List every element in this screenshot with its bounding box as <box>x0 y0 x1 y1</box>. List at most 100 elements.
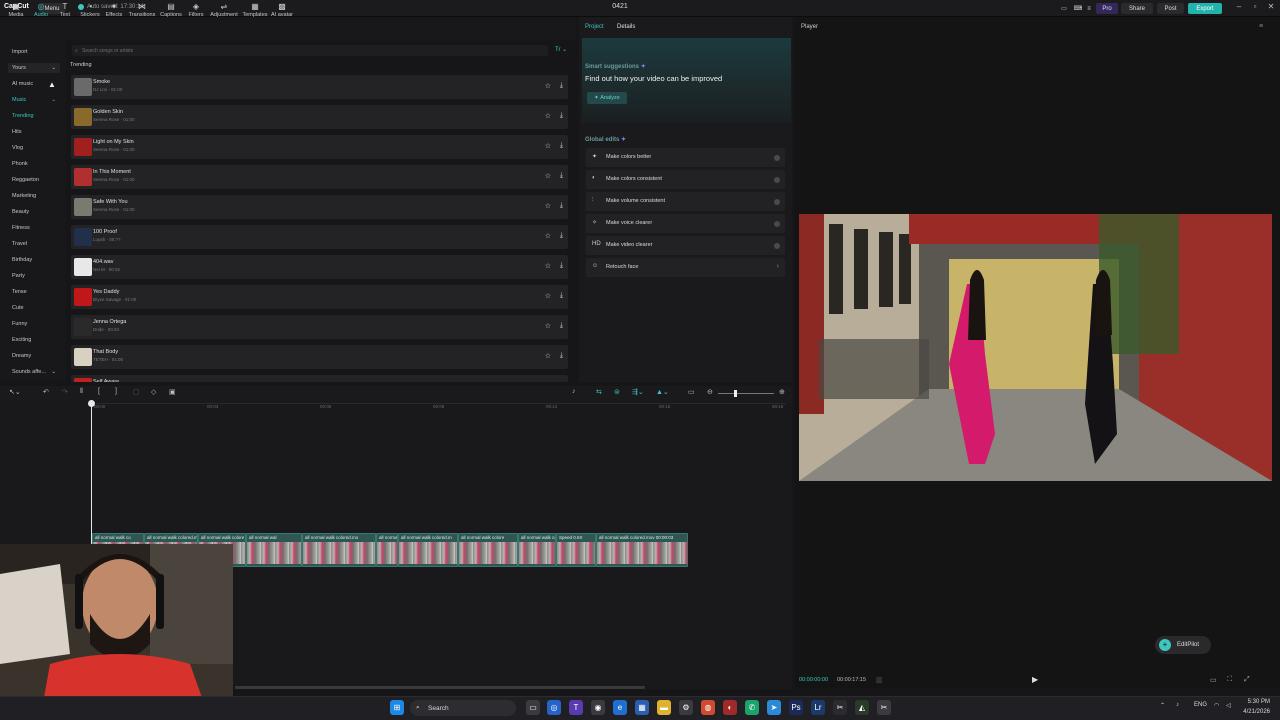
pro-button[interactable]: Pro <box>1096 3 1118 14</box>
edge-icon[interactable]: e <box>613 700 627 715</box>
track-row[interactable]: Yes Daddy Bryce Savage · 01:00 ☆ ⤓ <box>71 285 568 309</box>
sidebar-genre[interactable]: Travel <box>8 239 60 249</box>
zoom-out-icon[interactable]: ⊖ <box>707 388 713 396</box>
favorite-icon[interactable]: ☆ <box>545 352 551 360</box>
microphone-icon[interactable]: ♪ <box>572 388 576 395</box>
editpilot-button[interactable]: + EditPilot <box>1155 636 1211 654</box>
telegram-icon[interactable]: ➤ <box>767 700 781 715</box>
split-icon[interactable]: ⫴ <box>80 388 83 396</box>
ratio-icon[interactable]: ▭ <box>1210 676 1217 684</box>
file-explorer-icon[interactable]: ▬ <box>657 700 671 715</box>
download-icon[interactable]: ⤓ <box>560 232 563 240</box>
analyze-button[interactable]: ✦ Analyze <box>587 92 627 104</box>
global-edit-row[interactable]: ☺ Retouch face › <box>586 258 785 277</box>
magnet-icon[interactable]: ⊜ <box>614 388 620 396</box>
timeline-scrollbar[interactable] <box>235 686 645 689</box>
caption-icon[interactable]: ▭ <box>688 388 695 396</box>
redo-icon[interactable]: ↷ <box>62 388 68 396</box>
tray-chevron-icon[interactable]: ⌃ <box>1160 702 1165 709</box>
video-clip[interactable]: all normal walk colored.mov 00:00:03 <box>596 533 688 567</box>
download-icon[interactable]: ⤓ <box>560 202 563 210</box>
whatsapp-icon[interactable]: ✆ <box>745 700 759 715</box>
track-row[interactable]: Smoke DJ Lmi · 01:00 ☆ ⤓ <box>71 75 568 99</box>
layout-icon[interactable]: ▭ <box>1058 3 1070 14</box>
chrome-icon[interactable]: ◍ <box>701 700 715 715</box>
download-icon[interactable]: ⤓ <box>560 292 563 300</box>
sidebar-genre[interactable]: Birthday <box>8 255 60 265</box>
sidebar-sounds[interactable]: Sounds affe... ⌄ <box>8 367 60 377</box>
playhead[interactable] <box>91 400 92 560</box>
edit-toggle[interactable] <box>774 199 780 205</box>
clock-time[interactable]: 5:30 PM <box>1244 699 1270 705</box>
sidebar-genre[interactable]: Tense <box>8 287 60 297</box>
tool-templates[interactable]: ▦ Templates <box>242 2 268 18</box>
sidebar-genre[interactable]: Phonk <box>8 159 60 169</box>
video-clip[interactable]: all normal walk colored.mo <box>302 533 376 567</box>
store-icon[interactable]: ▦ <box>635 700 649 715</box>
video-clip[interactable]: all normal walk colore <box>458 533 518 567</box>
sidebar-genre[interactable]: Funny <box>8 319 60 329</box>
tool-transitions[interactable]: ⋈ Transitions <box>129 2 156 18</box>
track-row[interactable]: Jenna Ortega Dride · 00:34 ☆ ⤓ <box>71 315 568 339</box>
global-edit-row[interactable]: ✧ Make voice clearer <box>586 214 785 233</box>
global-edit-row[interactable]: HD Make video clearer <box>586 236 785 255</box>
post-button[interactable]: Post <box>1157 3 1184 14</box>
edit-toggle[interactable] <box>774 177 780 183</box>
preview-axis-icon[interactable]: ▲⌄ <box>656 388 669 396</box>
favorite-icon[interactable]: ☆ <box>545 292 551 300</box>
clock-date[interactable]: 4/21/2026 <box>1240 709 1270 715</box>
capcut-active-icon[interactable]: ✂ <box>877 700 891 715</box>
favorite-icon[interactable]: ☆ <box>545 232 551 240</box>
sidebar-music[interactable]: Music ⌄ <box>8 95 60 105</box>
share-button[interactable]: Share <box>1121 3 1153 14</box>
tab-details[interactable]: Details <box>617 24 635 30</box>
favorite-icon[interactable]: ☆ <box>545 82 551 90</box>
track-row[interactable]: 404.wav Nei M · 00:32 ☆ ⤓ <box>71 255 568 279</box>
undo-icon[interactable]: ↶ <box>43 388 49 396</box>
favorite-icon[interactable]: ☆ <box>545 142 551 150</box>
sidebar-genre[interactable]: Reggaeton <box>8 175 60 185</box>
download-icon[interactable]: ⤓ <box>560 112 563 120</box>
link-icon[interactable]: ⇆ <box>596 388 602 396</box>
sidebar-yours[interactable]: Yours ⌄ <box>8 63 60 73</box>
sidebar-genre[interactable]: Hits <box>8 127 60 137</box>
zoom-slider-handle[interactable] <box>734 390 737 397</box>
image-icon[interactable]: ▣ <box>169 388 176 396</box>
filter-button[interactable]: Tr ⌄ <box>555 46 567 53</box>
maximize-icon[interactable]: ▫ <box>1248 2 1262 11</box>
favorite-icon[interactable]: ☆ <box>545 322 551 330</box>
project-title[interactable]: 0421 <box>600 3 640 10</box>
track-row[interactable]: In This Moment Serena Rose · 01:00 ☆ ⤓ <box>71 165 568 189</box>
track-row[interactable]: That Body TETEH · 01:00 ☆ ⤓ <box>71 345 568 369</box>
track-row[interactable]: 100 Proof Luyah · 00:?? ☆ ⤓ <box>71 225 568 249</box>
tool-captions[interactable]: ▤ Captions <box>158 2 184 18</box>
copilot-icon[interactable]: ◎ <box>547 700 561 715</box>
player-menu-icon[interactable]: ≡ <box>1259 23 1263 30</box>
sidebar-import[interactable]: Import <box>8 47 60 57</box>
tool-filters[interactable]: ◈ Filters <box>183 2 209 18</box>
tool-effects[interactable]: ✦ Effects <box>101 2 127 18</box>
edit-toggle[interactable] <box>774 155 780 161</box>
play-icon[interactable]: ▶ <box>1032 675 1038 684</box>
favorite-icon[interactable]: ☆ <box>545 202 551 210</box>
wifi-icon[interactable]: ◠ <box>1214 702 1219 709</box>
grid-icon[interactable]: ▥ <box>876 676 883 684</box>
sidebar-genre[interactable]: Party <box>8 271 60 281</box>
tray-mic-icon[interactable]: ♪ <box>1176 702 1179 708</box>
sidebar-genre[interactable]: Marketing <box>8 191 60 201</box>
photoshop-icon[interactable]: Ps <box>789 700 803 715</box>
export-button[interactable]: Export <box>1188 3 1222 14</box>
video-clip[interactable]: all normal walk colored.mov <box>376 533 398 567</box>
capcut-taskbar-icon[interactable]: ✂ <box>833 700 847 715</box>
tool-stickers[interactable]: ◔ Stickers <box>77 2 103 18</box>
sidebar-genre[interactable]: Fitness <box>8 223 60 233</box>
delete-icon[interactable]: ▢ <box>133 388 140 396</box>
fullscreen-icon[interactable]: ⤢ <box>1244 676 1250 684</box>
video-clip[interactable]: all normal walk colored.m <box>398 533 458 567</box>
settings-gear-icon[interactable]: ⚙ <box>679 700 693 715</box>
obs-icon[interactable]: ◉ <box>591 700 605 715</box>
settings-icon[interactable]: ≡ <box>1084 3 1094 14</box>
trim-left-icon[interactable]: [ <box>98 388 100 395</box>
sidebar-genre[interactable]: Vlog <box>8 143 60 153</box>
sidebar-genre[interactable]: Dreamy <box>8 351 60 361</box>
